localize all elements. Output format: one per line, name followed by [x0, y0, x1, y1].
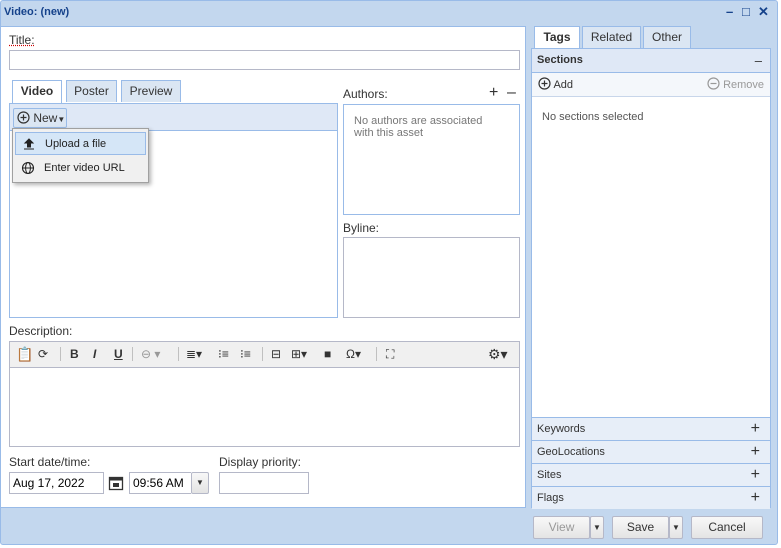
omega-glyph: Ω — [346, 347, 355, 361]
paste-icon[interactable]: 📋 — [16, 346, 33, 362]
expand-icon[interactable]: + — [751, 441, 760, 463]
bold-icon[interactable]: B — [70, 346, 79, 362]
toolbar-separator — [262, 347, 263, 361]
save-dropdown-trigger[interactable]: ▼ — [669, 516, 683, 539]
start-time-input[interactable] — [129, 472, 191, 494]
byline-textarea[interactable] — [343, 237, 520, 318]
globe-icon — [21, 161, 35, 175]
start-datetime-label: Start date/time: — [9, 455, 91, 469]
sections-toolbar: Add Remove — [532, 73, 770, 97]
new-menu: Upload a file Enter video URL — [12, 128, 149, 183]
toolbar-separator — [178, 347, 179, 361]
chevron-down-icon: ▼ — [57, 115, 66, 124]
description-label: Description: — [9, 324, 73, 338]
save-button[interactable]: Save — [612, 516, 669, 539]
window-title: Video: (new) — [4, 6, 70, 18]
sidebar-panel: Sections – Add Remove No sections select… — [531, 48, 771, 509]
remove-author-icon[interactable]: – — [507, 84, 516, 102]
expand-icon[interactable]: + — [751, 418, 760, 440]
sections-header[interactable]: Sections – — [532, 49, 770, 73]
start-date-input[interactable] — [9, 472, 104, 494]
remove-circle-icon — [707, 77, 720, 90]
calendar-icon[interactable] — [106, 473, 125, 493]
byline-label: Byline: — [343, 221, 380, 235]
time-dropdown-trigger[interactable]: ▼ — [191, 472, 209, 494]
tab-poster[interactable]: Poster — [66, 80, 117, 102]
sidebar: Tags Related Other Sections – Add Remove… — [531, 26, 776, 509]
sections-header-label: Sections — [537, 54, 583, 66]
accordion-sites[interactable]: Sites + — [532, 463, 770, 486]
chevron-down-icon: ▼ — [593, 523, 601, 532]
tab-preview[interactable]: Preview — [121, 80, 181, 102]
tab-tags[interactable]: Tags — [534, 26, 580, 49]
toolbar-separator — [60, 347, 61, 361]
find-replace-icon[interactable]: ⟳ — [38, 346, 48, 362]
display-priority-label: Display priority: — [219, 455, 302, 469]
authors-label: Authors: — [343, 87, 388, 101]
new-button-label: New — [33, 111, 58, 125]
toolbar-separator — [132, 347, 133, 361]
sections-empty-text: No sections selected — [542, 111, 644, 123]
tab-video[interactable]: Video — [12, 80, 62, 103]
minimize-icon[interactable]: – — [726, 5, 733, 19]
add-section-button[interactable]: Add — [538, 77, 573, 92]
fullscreen-icon[interactable]: ⛶ — [386, 346, 394, 362]
chevron-down-icon: ▼ — [196, 478, 204, 487]
view-dropdown-trigger[interactable]: ▼ — [590, 516, 604, 539]
underline-icon[interactable]: U — [114, 346, 123, 362]
align-icon[interactable]: ≣▾ — [186, 346, 202, 362]
expand-icon[interactable]: + — [751, 487, 760, 509]
remove-section-button[interactable]: Remove — [707, 77, 764, 92]
add-circle-icon — [17, 111, 30, 124]
menu-item-url-label: Enter video URL — [44, 162, 125, 174]
accordion-label: Flags — [537, 492, 564, 504]
accordion-label: Keywords — [537, 423, 586, 435]
title-input[interactable] — [9, 50, 520, 70]
cancel-button[interactable]: Cancel — [691, 516, 763, 539]
accordion-label: GeoLocations — [537, 446, 605, 458]
menu-item-upload-label: Upload a file — [45, 138, 107, 150]
title-label: Title: — [9, 33, 35, 47]
bullet-list-icon[interactable]: ⁝≡ — [240, 346, 251, 362]
numbered-list-icon[interactable]: ⁝≡ — [218, 346, 229, 362]
title-bar: Video: (new) – □ ✕ — [0, 0, 776, 26]
authors-list[interactable]: No authors are associated with this asse… — [343, 104, 520, 215]
maximize-icon[interactable]: □ — [742, 5, 750, 19]
chevron-down-icon: ▼ — [672, 523, 680, 532]
description-editor[interactable] — [9, 367, 520, 447]
upload-icon — [23, 138, 35, 150]
add-circle-icon — [538, 77, 551, 90]
view-button[interactable]: View — [533, 516, 590, 539]
authors-empty-text: No authors are associated with this asse… — [354, 115, 483, 139]
table-icon[interactable]: ⊞▾ — [291, 346, 307, 362]
toolbar-separator — [376, 347, 377, 361]
link-icon[interactable]: ⊖ ▾ — [141, 346, 160, 362]
accordion-flags[interactable]: Flags + — [532, 486, 770, 509]
close-icon[interactable]: ✕ — [758, 5, 769, 19]
expand-icon[interactable]: + — [751, 464, 760, 486]
italic-icon[interactable]: I — [93, 346, 96, 362]
remove-section-label: Remove — [723, 79, 765, 91]
tab-other[interactable]: Other — [643, 26, 691, 48]
video-icon[interactable]: ■ — [324, 346, 331, 362]
collapse-icon[interactable]: – — [755, 49, 762, 72]
menu-item-upload[interactable]: Upload a file — [15, 132, 146, 155]
accordion-keywords[interactable]: Keywords + — [532, 417, 770, 440]
menu-item-url[interactable]: Enter video URL — [15, 157, 146, 180]
add-section-label: Add — [553, 79, 574, 91]
new-button[interactable]: New▼ — [13, 108, 67, 128]
special-char-icon[interactable]: Ω▾ — [346, 346, 361, 362]
horizontal-rule-icon[interactable]: ⊟ — [271, 346, 281, 362]
tab-related[interactable]: Related — [582, 26, 641, 48]
settings-icon[interactable]: ⚙▾ — [488, 346, 508, 362]
editor-toolbar — [9, 341, 520, 368]
accordion-label: Sites — [537, 469, 562, 481]
add-author-icon[interactable]: + — [489, 84, 498, 102]
display-priority-input[interactable] — [219, 472, 309, 494]
accordion-geolocations[interactable]: GeoLocations + — [532, 440, 770, 463]
